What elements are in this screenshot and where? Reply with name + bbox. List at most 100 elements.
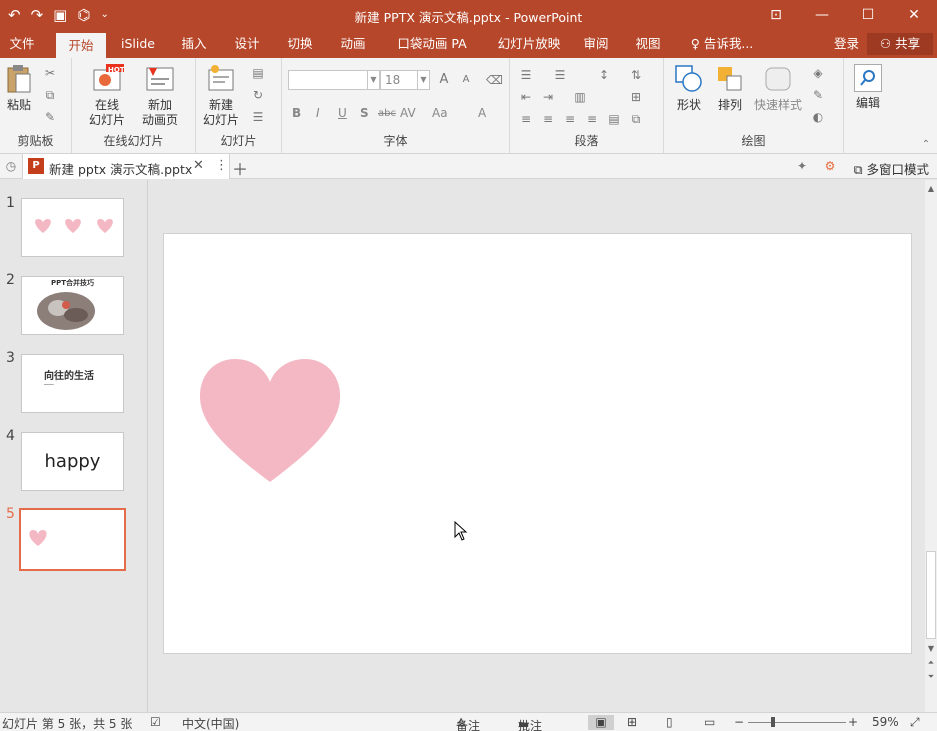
online-slide-button[interactable]: HOT 在线 幻灯片 (82, 64, 132, 128)
new-slide-button[interactable]: 新建 幻灯片 (196, 64, 246, 128)
text-direction-icon[interactable]: ⇅ (628, 68, 644, 82)
arrange-button[interactable]: 排列 (712, 64, 748, 113)
zoom-slider-handle[interactable] (771, 717, 775, 727)
zoom-in-icon[interactable]: + (848, 715, 858, 729)
numbering-icon[interactable]: ☰ (552, 68, 568, 82)
cut-icon[interactable]: ✂ (42, 66, 58, 80)
shape-outline-icon[interactable]: ✎ (810, 88, 826, 102)
clear-format-icon[interactable]: ⌫ (486, 73, 503, 87)
tab-design[interactable]: 设计 (226, 30, 268, 58)
slide-sorter-icon[interactable]: ⊞ (627, 715, 637, 729)
font-color-button[interactable]: A (478, 106, 486, 120)
next-slide-icon[interactable]: ⏷ (925, 672, 937, 682)
tab-animations[interactable]: 动画 (332, 30, 374, 58)
strikethrough-button[interactable]: abc (378, 108, 396, 119)
grow-font-icon[interactable]: A (436, 73, 452, 87)
zoom-slider[interactable] (748, 722, 846, 723)
new-animation-page-button[interactable]: 新加 动画页 (134, 64, 186, 128)
tell-me-box[interactable]: ♀ 告诉我... (684, 30, 760, 58)
zoom-out-icon[interactable]: − (734, 715, 744, 729)
previous-slide-icon[interactable]: ⏶ (925, 658, 937, 668)
slideshow-icon[interactable]: ▭ (704, 715, 715, 729)
shape-effects-icon[interactable]: ◐ (810, 110, 826, 124)
format-painter-icon[interactable]: ✎ (42, 110, 58, 124)
tab-pocket-animation[interactable]: 口袋动画 PA (388, 30, 476, 58)
change-case-button[interactable]: Aa (432, 106, 448, 120)
tab-history-icon[interactable]: ◷ (3, 159, 19, 173)
editing-button[interactable]: 编辑 (850, 64, 886, 111)
slide-thumbnail-3[interactable]: 向往的生活 ━━━━ (21, 354, 124, 413)
shadow-button[interactable]: S (360, 106, 369, 120)
slide-number: 5 (6, 506, 15, 522)
reset-icon[interactable]: ↻ (250, 88, 266, 102)
language-indicator[interactable]: 中文(中国) (182, 715, 239, 731)
justify-icon[interactable]: ≡ (584, 112, 600, 126)
shape-fill-icon[interactable]: ◈ (810, 66, 826, 80)
tab-insert[interactable]: 插入 (172, 30, 216, 58)
close-tab-icon[interactable]: ✕ (193, 158, 204, 173)
document-tab[interactable]: P 新建 pptx 演示文稿.pptx ✕ ⋮ (22, 154, 230, 179)
distributed-icon[interactable]: ▤ (606, 112, 622, 126)
ribbon-display-options-icon[interactable]: ⊡ (753, 0, 799, 30)
multi-window-mode-button[interactable]: ⧉ 多窗口模式 (854, 159, 929, 178)
tab-file[interactable]: 文件 (2, 30, 42, 58)
decrease-indent-icon[interactable]: ⇤ (518, 90, 534, 104)
layout-icon[interactable]: ▤ (250, 66, 266, 80)
reading-view-icon[interactable]: ▯ (666, 715, 673, 729)
char-spacing-button[interactable]: AV (400, 106, 416, 120)
copy-icon[interactable]: ⧉ (42, 88, 58, 102)
share-button[interactable]: ⚇ 共享 (867, 33, 933, 55)
line-spacing-icon[interactable]: ↕ (596, 68, 612, 82)
italic-button[interactable]: I (316, 106, 320, 120)
zoom-level[interactable]: 59% (872, 715, 899, 729)
shapes-button[interactable]: 形状 (670, 64, 708, 113)
group-paragraph: ☰ ☰ ↕ ⇅ ⇤ ⇥ ▥ ⊞ ≡ ≡ ≡ ≡ ▤ ⧉ 段落 (510, 58, 664, 153)
close-icon[interactable]: ✕ (891, 0, 937, 30)
tab-home[interactable]: 开始 (56, 33, 106, 58)
shrink-font-icon[interactable]: A (458, 73, 474, 87)
tab-slideshow[interactable]: 幻灯片放映 (486, 30, 572, 58)
heart-shape[interactable] (199, 358, 343, 484)
quick-styles-button[interactable]: 快速样式 (752, 64, 804, 113)
vertical-scrollbar[interactable]: ▲ ▼ ⏶ ⏷ (925, 180, 937, 712)
fit-to-window-icon[interactable]: ⤢ (910, 715, 920, 730)
bullets-icon[interactable]: ☰ (518, 68, 534, 82)
more-options-icon[interactable]: ⋮ (215, 158, 228, 173)
paste-button[interactable]: 粘贴 (4, 64, 34, 113)
smartart-icon[interactable]: ⧉ (628, 112, 644, 126)
new-tab-icon[interactable]: ＋ (232, 156, 248, 180)
settings-gear-icon[interactable]: ⚙ (822, 159, 838, 173)
spell-check-icon[interactable]: ☑ (150, 715, 161, 729)
font-size-combo[interactable]: 18 ▼ (380, 70, 430, 90)
scroll-up-icon[interactable]: ▲ (925, 184, 937, 193)
tab-review[interactable]: 审阅 (576, 30, 616, 58)
pin-icon[interactable]: ✦ (794, 159, 810, 173)
bold-button[interactable]: B (292, 106, 301, 120)
tab-transitions[interactable]: 切换 (278, 30, 322, 58)
slide-thumbnail-5[interactable] (19, 508, 126, 571)
align-text-icon[interactable]: ⊞ (628, 90, 644, 104)
login-link[interactable]: 登录 (834, 30, 859, 58)
scroll-down-icon[interactable]: ▼ (925, 644, 937, 653)
align-left-icon[interactable]: ≡ (518, 112, 534, 126)
font-name-combo[interactable]: ▼ (288, 70, 380, 90)
slide-thumbnail-4[interactable]: happy (21, 432, 124, 491)
tab-view[interactable]: 视图 (626, 30, 670, 58)
normal-view-icon[interactable]: ▣ (588, 715, 614, 730)
scroll-thumb[interactable] (926, 551, 936, 639)
underline-button[interactable]: U (338, 106, 347, 120)
minimize-icon[interactable]: — (799, 0, 845, 30)
slide-thumbnail-2[interactable]: PPT合并技巧 (21, 276, 124, 335)
slide-canvas[interactable] (163, 233, 912, 654)
group-label: 段落 (574, 134, 599, 148)
collapse-ribbon-icon[interactable]: ⌃ (918, 138, 934, 152)
tab-islide[interactable]: iSlide (114, 30, 162, 58)
section-icon[interactable]: ☰ (250, 110, 266, 124)
align-center-icon[interactable]: ≡ (540, 112, 556, 126)
align-right-icon[interactable]: ≡ (562, 112, 578, 126)
increase-indent-icon[interactable]: ⇥ (540, 90, 556, 104)
maximize-icon[interactable]: ☐ (845, 0, 891, 30)
columns-icon[interactable]: ▥ (572, 90, 588, 104)
slide-thumbnail-1[interactable] (21, 198, 124, 257)
group-font: ▼ 18 ▼ A A ⌫ B I U S abc AV Aa A 字体 (282, 58, 510, 153)
